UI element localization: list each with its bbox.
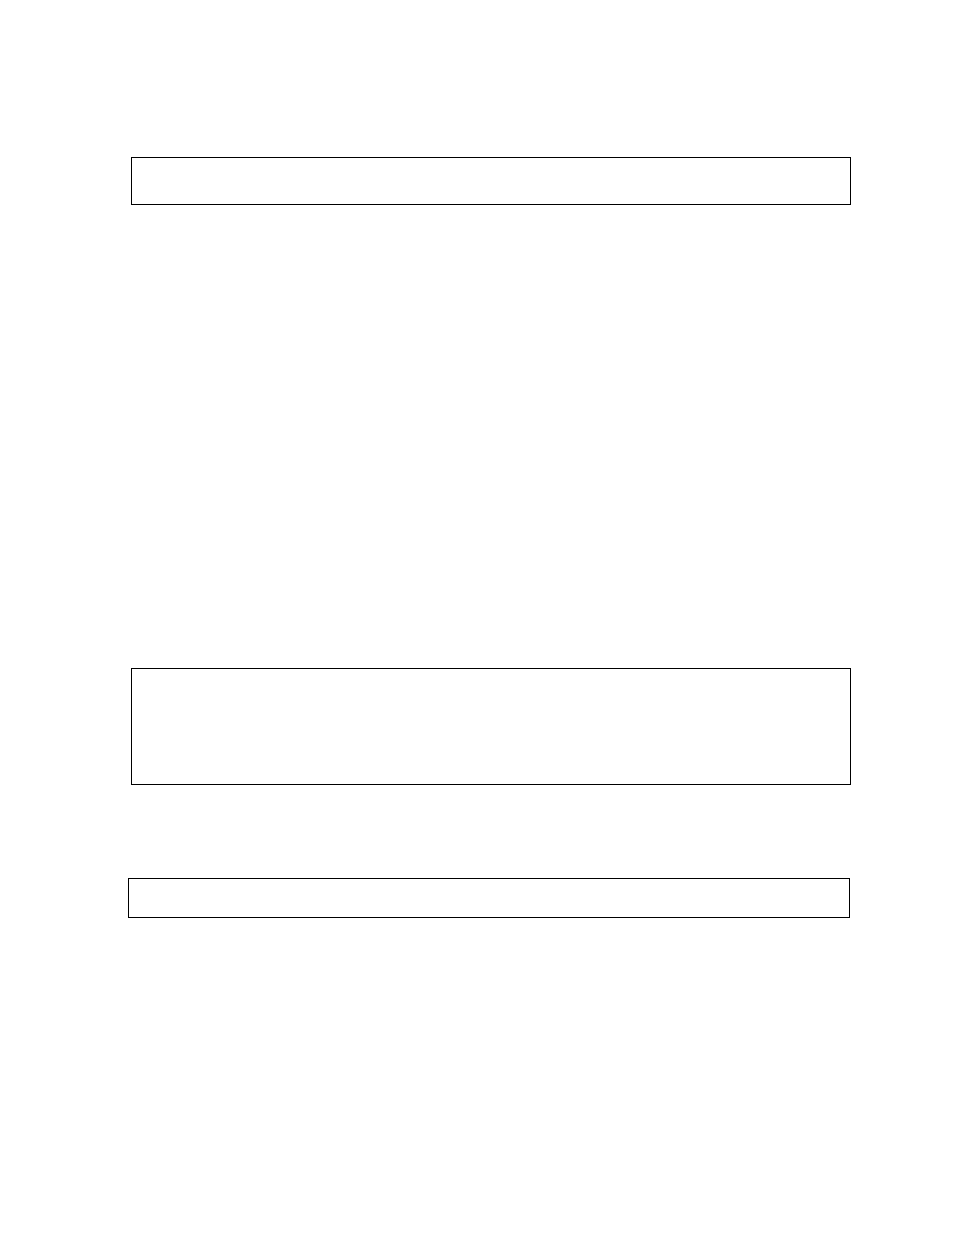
empty-frame-2 <box>131 668 851 785</box>
document-page <box>0 0 954 1235</box>
empty-frame-1 <box>131 157 851 205</box>
empty-frame-3 <box>128 878 850 918</box>
